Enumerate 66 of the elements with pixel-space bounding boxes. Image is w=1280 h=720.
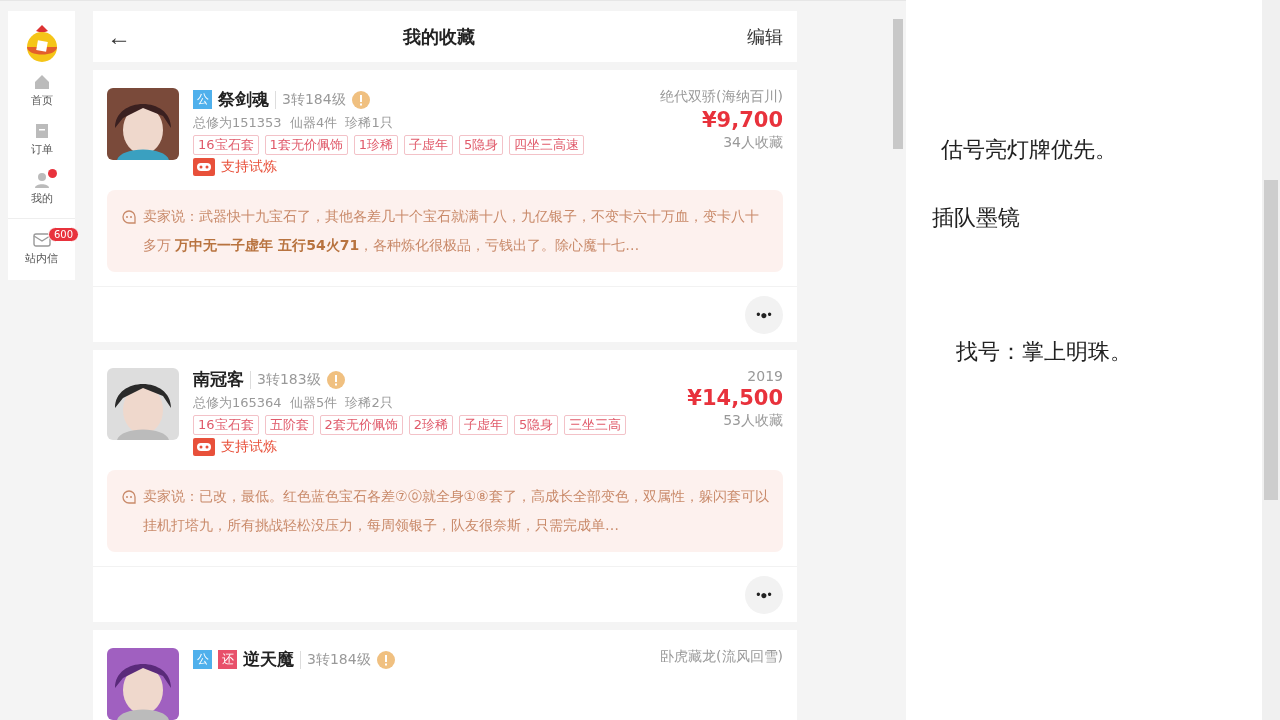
- seller-note: 卖家说：已改，最低。红色蓝色宝石各差⑦⓪就全身①⑧套了，高成长全部变色，双属性，躲闪套可以挂机打塔九，所有挑战轻松没压力，每周领银子，队友很奈斯，只需完成单…: [143, 487, 769, 535]
- feature-tag: 16宝石套: [193, 135, 259, 155]
- feature-tag: 子虚年: [404, 135, 454, 155]
- server-name: 2019: [747, 368, 783, 384]
- stats-text: 总修为165364 仙器5件 珍稀2只: [193, 394, 394, 412]
- warning-icon: [326, 370, 345, 389]
- note-text: 估号亮灯牌优先。: [941, 136, 1117, 164]
- sidebar-item[interactable]: 首页: [8, 65, 75, 114]
- note-text: 插队墨镜: [932, 204, 1020, 232]
- listing-card[interactable]: 公 还 逆天魔 3转184级 卧虎藏龙(流风回雪): [93, 630, 797, 720]
- level-text: 3转184级: [300, 650, 371, 669]
- trial-label: 支持试炼: [221, 438, 277, 456]
- sidebar-label: 我的: [30, 191, 53, 206]
- more-button[interactable]: •●•: [745, 295, 783, 334]
- favorites-count: 34人收藏: [723, 134, 783, 152]
- server-name: 绝代双骄(海纳百川): [660, 88, 783, 106]
- seller-note: 卖家说：武器快十九宝石了，其他各差几十个宝石就满十八，九亿银子，不变卡六十万血，变卡八十多万 万中无一子虚年 五行54火71，各种炼化很极品，亏钱出了。除心魔十七…: [143, 207, 760, 255]
- person-icon: [32, 171, 51, 189]
- house-icon: [32, 73, 51, 91]
- note-text: 找号：掌上明珠。: [956, 338, 1132, 366]
- feature-tag: 5隐身: [459, 135, 504, 155]
- sidebar-label: 首页: [30, 93, 53, 108]
- feature-tag: 三坐三高: [564, 415, 627, 435]
- stats-text: 总修为151353 仙器4件 珍稀1只: [193, 114, 394, 132]
- sidebar-label: 站内信: [25, 251, 58, 266]
- robot-icon: [193, 158, 215, 176]
- sidebar-item[interactable]: 订单: [8, 114, 75, 163]
- page-title: 我的收藏: [403, 24, 475, 49]
- character-name: 逆天魔: [243, 648, 294, 671]
- tag-badge: 公: [193, 90, 212, 109]
- feature-tag: 2套无价佩饰: [319, 415, 403, 435]
- sidebar-label: 订单: [30, 142, 53, 157]
- price: ¥14,500: [687, 386, 783, 410]
- favorites-count: 53人收藏: [723, 412, 783, 430]
- price: ¥9,700: [701, 108, 783, 132]
- character-name: 南冠客: [193, 368, 244, 391]
- tag-badge: 还: [218, 650, 237, 669]
- level-text: 3转183级: [250, 370, 321, 389]
- feature-tag: 2珍稀: [408, 415, 454, 435]
- feature-tag: 1珍稀: [353, 135, 399, 155]
- envelope-icon: [31, 231, 52, 249]
- robot-icon: [193, 438, 215, 456]
- feature-tag: 五阶套: [264, 415, 314, 435]
- back-button[interactable]: ←: [107, 22, 131, 51]
- level-text: 3转184级: [275, 90, 346, 109]
- listing-card[interactable]: 南冠客 3转183级 总修为165364 仙器5件 珍稀2只 16宝石套 五阶套 2套无价佩饰 2珍稀 子虚年 5隐身 三坐三高 支持试炼 2019 ¥14,500 53人收藏 卖家说：已改，最低。红色蓝色宝石各差⑦⓪就全身①⑧套了，高成长全部变色，双属性，躲闪套可以挂机打塔九，所有挑战轻松没压力，每周领银子，队友很奈斯，只需完成单… •●•: [93, 350, 797, 622]
- character-name: 祭剑魂: [218, 88, 269, 111]
- feature-tag: 16宝石套: [193, 415, 259, 435]
- feature-tag: 四坐三高速: [509, 135, 585, 155]
- feature-tag: 1套无价佩饰: [264, 135, 348, 155]
- scrollbar[interactable]: [1262, 0, 1280, 720]
- warning-icon: [376, 650, 395, 669]
- chat-icon: [121, 209, 137, 225]
- server-name: 卧虎藏龙(流风回雪): [660, 648, 783, 666]
- tag-badge: 公: [193, 650, 212, 669]
- feature-tag: 子虚年: [459, 415, 509, 435]
- count-badge: 600: [48, 227, 80, 242]
- trial-label: 支持试炼: [221, 158, 277, 176]
- warning-icon: [351, 90, 370, 109]
- listing-card[interactable]: 公 祭剑魂 3转184级 总修为151353 仙器4件 珍稀1只 16宝石套 1套无价佩饰 1珍稀 子虚年 5隐身 四坐三高速 支持试炼 绝代双骄(海纳百川) ¥9,700 34人收藏 卖家说：武器快十九宝石了，其他各差几十个宝石就满十八，九亿银子，不变卡六十万血，变卡八十多万 万中无一子虚年 五行54火71，各种炼化很极品，亏钱出了。除心魔十七… •●•: [93, 70, 797, 342]
- edit-button[interactable]: 编辑: [747, 24, 783, 49]
- feature-tag: 5隐身: [514, 415, 559, 435]
- sidebar-item[interactable]: 600 站内信: [8, 218, 75, 272]
- more-button[interactable]: •●•: [745, 575, 783, 614]
- chat-icon: [121, 489, 137, 505]
- sidebar-item[interactable]: 我的: [8, 163, 75, 212]
